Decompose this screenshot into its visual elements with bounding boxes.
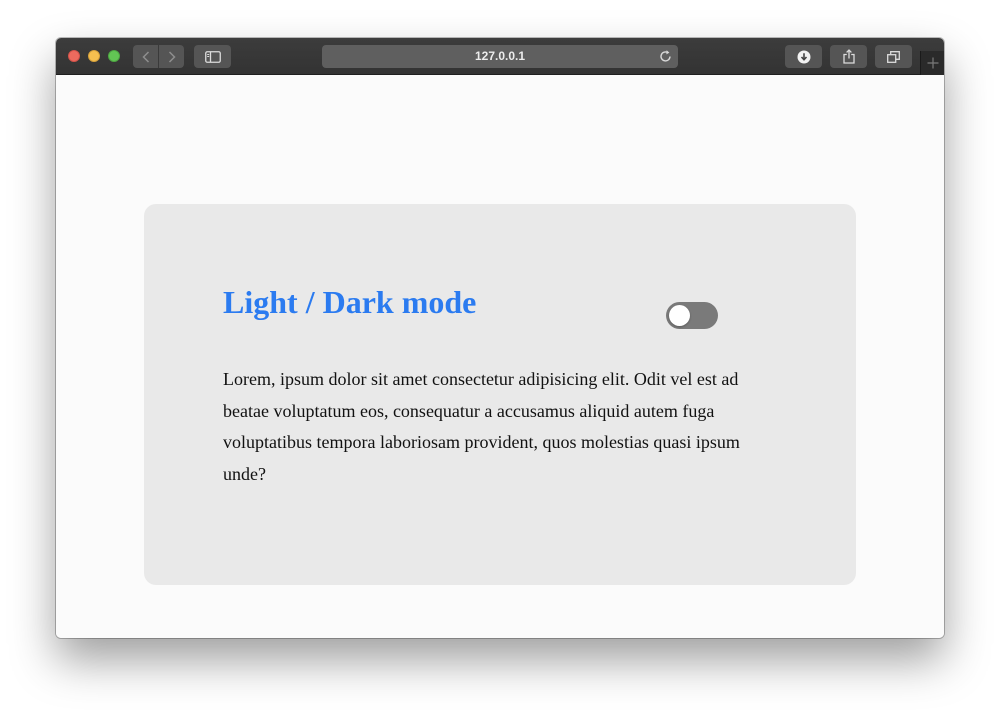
card-title: Light / Dark mode — [223, 284, 477, 320]
browser-window: 127.0.0.1 Light / Dark mode Lorem, ipsum… — [56, 38, 944, 638]
new-tab-button[interactable] — [920, 51, 944, 75]
tabs-overview-icon — [887, 50, 900, 63]
sidebar-button[interactable] — [194, 45, 231, 68]
navigation-buttons — [133, 45, 184, 68]
chevron-left-icon — [141, 50, 149, 63]
tabs-overview-button[interactable] — [875, 45, 912, 68]
plus-icon — [927, 57, 938, 69]
share-button[interactable] — [830, 45, 867, 68]
zoom-window-button[interactable] — [108, 50, 120, 62]
toggle-knob — [669, 305, 690, 326]
sidebar-icon — [204, 50, 221, 63]
download-icon — [797, 50, 810, 63]
browser-toolbar: 127.0.0.1 — [56, 38, 944, 75]
address-text: 127.0.0.1 — [474, 49, 526, 63]
back-button[interactable] — [133, 45, 158, 68]
close-window-button[interactable] — [68, 50, 80, 62]
dark-mode-toggle[interactable] — [666, 302, 718, 329]
card-body-text: Lorem, ipsum dolor sit amet consectetur … — [223, 369, 740, 484]
share-icon — [842, 49, 855, 64]
forward-button[interactable] — [158, 45, 184, 68]
minimize-window-button[interactable] — [88, 50, 100, 62]
chevron-right-icon — [168, 50, 176, 63]
page-content: Light / Dark mode Lorem, ipsum dolor sit… — [56, 75, 944, 638]
download-button[interactable] — [785, 45, 822, 68]
address-bar[interactable]: 127.0.0.1 — [322, 45, 678, 68]
theme-card: Light / Dark mode Lorem, ipsum dolor sit… — [144, 204, 856, 585]
reload-icon[interactable] — [658, 49, 673, 64]
